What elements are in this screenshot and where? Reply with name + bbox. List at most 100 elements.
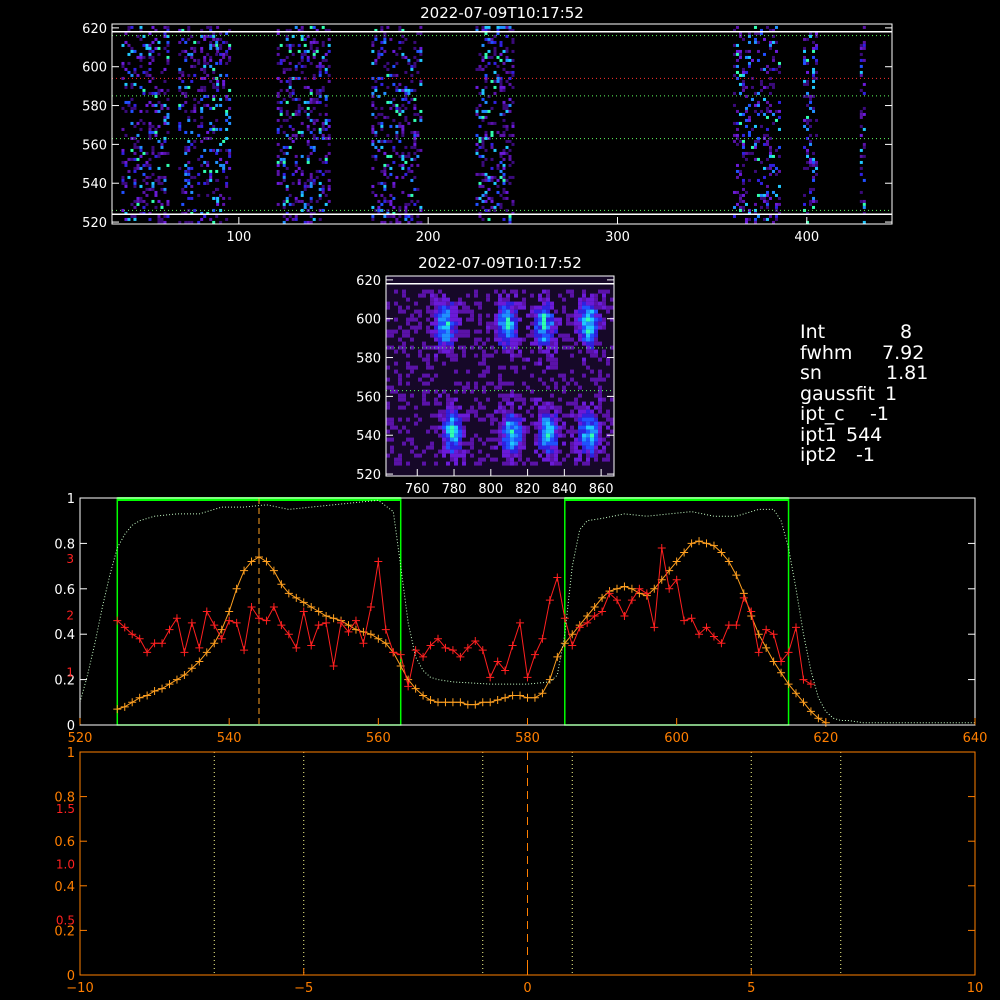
heatmap-1-pixel xyxy=(407,61,411,65)
heatmap-1-pixel xyxy=(303,202,307,206)
heatmap-1-pixel xyxy=(200,106,204,110)
heatmap-1-pixel xyxy=(395,217,399,221)
heatmap-2-pixel xyxy=(470,409,474,414)
heatmap-2-pixel xyxy=(446,341,450,346)
heatmap-2-pixel xyxy=(594,429,598,434)
heatmap-2-pixel xyxy=(590,297,594,302)
heatmap-1-pixel xyxy=(222,196,226,200)
heatmap-1-pixel xyxy=(312,217,316,221)
heatmap-1-pixel xyxy=(768,109,772,113)
heatmap-2-pixel xyxy=(582,425,586,430)
heatmap-1-pixel xyxy=(187,160,191,164)
heatmap-1-pixel xyxy=(225,184,229,188)
heatmap-2-pixel xyxy=(606,417,610,422)
heatmap-1-pixel xyxy=(160,175,164,179)
profile-orange-point xyxy=(322,612,331,621)
heatmap-1-pixel xyxy=(228,148,232,152)
profile-orange-point xyxy=(523,693,532,702)
heatmap-2-pixel xyxy=(390,385,394,390)
heatmap-1-pixel xyxy=(410,97,414,101)
heatmap-2-pixel xyxy=(554,433,558,438)
heatmap-1-pixel xyxy=(327,118,331,122)
heatmap-1-pixel xyxy=(197,133,201,137)
profile-red-point xyxy=(620,612,629,621)
heatmap-1-pixel xyxy=(371,127,375,131)
heatmap-2-pixel xyxy=(398,453,402,458)
heatmap-1-pixel xyxy=(806,166,810,170)
heatmap-1-pixel xyxy=(490,142,494,146)
heatmap-2-pixel xyxy=(402,393,406,398)
heatmap-1-pixel xyxy=(193,58,197,62)
heatmap-1-pixel xyxy=(294,214,298,218)
heatmap-2-pixel xyxy=(582,333,586,338)
heatmap-1-pixel xyxy=(303,85,307,89)
heatmap-2-pixel xyxy=(582,401,586,406)
heatmap-1-pixel xyxy=(297,130,301,134)
heatmap-2-pixel xyxy=(450,313,454,318)
heatmap-1-y-tick-label: 560 xyxy=(82,138,107,153)
heatmap-2-pixel xyxy=(502,461,506,466)
profile-orange-point xyxy=(128,698,137,707)
profile-red-point xyxy=(508,641,517,650)
heatmap-1-pixel xyxy=(282,205,286,209)
heatmap-1-pixel xyxy=(392,184,396,188)
heatmap-1-pixel xyxy=(294,160,298,164)
heatmap-1-pixel xyxy=(187,139,191,143)
heatmap-2-pixel xyxy=(554,317,558,322)
heatmap-2-pixel xyxy=(534,421,538,426)
heatmap-2-pixel xyxy=(390,333,394,338)
heatmap-1-pixel xyxy=(300,58,304,62)
heatmap-2-pixel xyxy=(594,301,598,306)
heatmap-1-pixel xyxy=(750,145,754,149)
profile-red-line xyxy=(116,547,812,687)
heatmap-2-pixel xyxy=(502,421,506,426)
heatmap-1-pixel xyxy=(136,133,140,137)
heatmap-2-pixel xyxy=(398,429,402,434)
profile-orange-point xyxy=(150,686,159,695)
heatmap-2-pixel xyxy=(510,325,514,330)
heatmap-1-pixel xyxy=(121,160,125,164)
heatmap-1-pixel xyxy=(481,58,485,62)
heatmap-2-pixel xyxy=(486,365,490,370)
heatmap-1-pixel xyxy=(303,109,307,113)
heatmap-1-pixel xyxy=(216,199,220,203)
heatmap-1-pixel xyxy=(487,187,491,191)
heatmap-1-pixel xyxy=(487,121,491,125)
heatmap-2-pixel xyxy=(530,373,534,378)
heatmap-1-pixel xyxy=(744,202,748,206)
heatmap-2-pixel xyxy=(426,429,430,434)
heatmap-1-pixel xyxy=(508,163,512,167)
heatmap-2-pixel xyxy=(486,313,490,318)
heatmap-1-pixel xyxy=(511,133,515,137)
heatmap-1-pixel xyxy=(812,160,816,164)
heatmap-1-pixel xyxy=(145,175,149,179)
heatmap-2-pixel xyxy=(578,405,582,410)
heatmap-1-pixel xyxy=(219,58,223,62)
heatmap-1-pixel xyxy=(157,40,161,44)
profile-orange-point xyxy=(478,698,487,707)
heatmap-2-pixel xyxy=(594,441,598,446)
heatmap-2-pixel xyxy=(510,405,514,410)
heatmap-1-pixel xyxy=(206,193,210,197)
heatmap-1-pixel xyxy=(133,67,137,71)
heatmap-2-pixel xyxy=(490,437,494,442)
heatmap-2-pixel xyxy=(550,333,554,338)
heatmap-1-pixel xyxy=(401,154,405,158)
heatmap-1-pixel xyxy=(815,172,819,176)
heatmap-1-pixel xyxy=(324,94,328,98)
heatmap-1-pixel xyxy=(187,118,191,122)
heatmap-1-pixel xyxy=(327,184,331,188)
heatmap-2-pixel xyxy=(498,337,502,342)
heatmap-1-pixel xyxy=(297,112,301,116)
heatmap-2-pixel xyxy=(506,457,510,462)
heatmap-2-pixel xyxy=(578,301,582,306)
heatmap-1-pixel xyxy=(392,160,396,164)
heatmap-1-pixel xyxy=(371,130,375,134)
profile-red-point xyxy=(545,596,554,605)
heatmap-1-pixel xyxy=(809,133,813,137)
heatmap-1-pixel xyxy=(481,25,485,29)
heatmap-1-pixel xyxy=(160,202,164,206)
heatmap-1-x-tick-label: 300 xyxy=(605,230,630,245)
info-value: 544 xyxy=(846,423,883,446)
heatmap-1-pixel xyxy=(410,88,414,92)
